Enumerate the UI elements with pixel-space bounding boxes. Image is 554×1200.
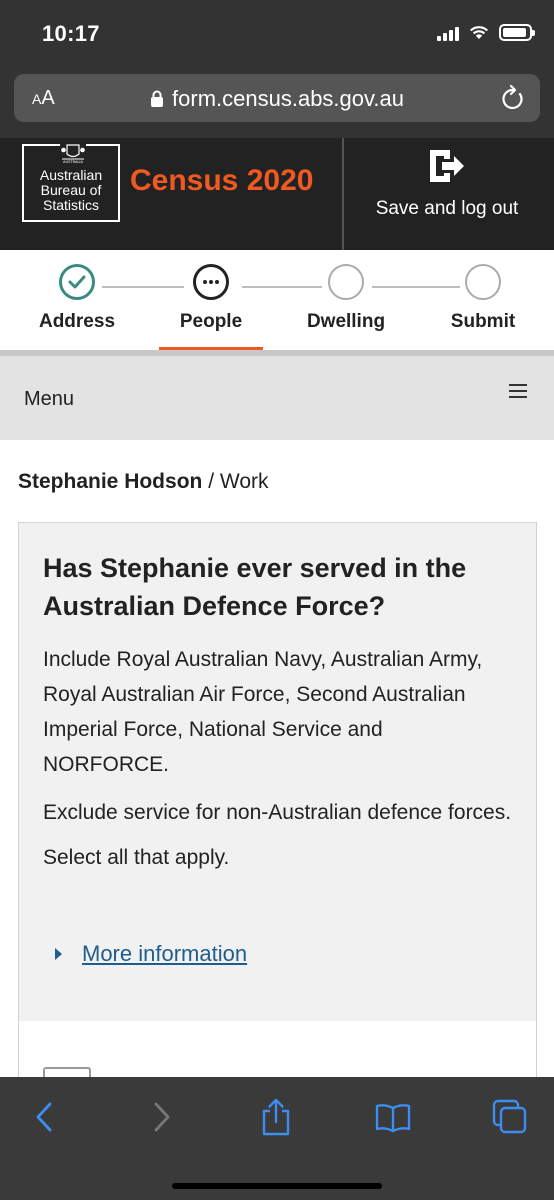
wifi-icon (470, 26, 488, 39)
coat-of-arms-icon: AUSTRALIA (60, 142, 86, 164)
include-text: Include Royal Australian Navy, Australia… (43, 648, 483, 776)
in-progress-icon (193, 264, 229, 300)
instruction-text: Select all that apply. (43, 846, 230, 869)
menu-label: Menu (24, 388, 75, 410)
answer-area (19, 1021, 536, 1087)
step-submit[interactable]: Submit (423, 264, 543, 333)
save-logout-label: Save and log out (375, 198, 519, 219)
tabs-icon[interactable] (492, 1099, 528, 1135)
share-icon[interactable] (260, 1097, 292, 1137)
hamburger-menu-icon[interactable] (509, 384, 527, 399)
url-bar[interactable]: AA form.census.abs.gov.au (14, 74, 540, 122)
url-text: form.census.abs.gov.au (172, 86, 404, 111)
crest-text: AUSTRALIA (63, 160, 83, 164)
breadcrumb-separator: / (202, 470, 220, 493)
site-header: AUSTRALIA Australian Bureau of Statistic… (0, 138, 554, 250)
question-title: Has Stephanie ever served in the Austral… (43, 553, 467, 621)
step-people[interactable]: People (151, 264, 271, 333)
question-content: Has Stephanie ever served in the Austral… (43, 549, 513, 875)
save-and-logout-button[interactable]: Save and log out (344, 138, 550, 250)
status-time: 10:17 (42, 21, 100, 46)
back-icon[interactable] (34, 1101, 56, 1133)
reload-icon[interactable] (500, 84, 526, 112)
abs-logo-text: Australian Bureau of Statistics (24, 168, 118, 213)
question-card: Has Stephanie ever served in the Austral… (18, 522, 537, 1087)
breadcrumb-section: Work (219, 470, 269, 493)
battery-icon (499, 24, 535, 41)
breadcrumb: Stephanie Hodson / Work (18, 470, 269, 494)
step-label: Submit (450, 311, 516, 332)
url-display[interactable]: form.census.abs.gov.au (14, 86, 540, 112)
more-information-toggle[interactable]: More information (55, 941, 247, 967)
more-information-link[interactable]: More information (82, 941, 247, 967)
empty-circle-icon (465, 264, 501, 300)
step-dwelling[interactable]: Dwelling (286, 264, 406, 333)
browser-chrome: 10:17 AA form.census.abs.gov.au (0, 0, 554, 138)
step-label: Address (38, 311, 116, 332)
status-bar: 10:17 (0, 0, 554, 66)
census-title: Census 2020 (130, 164, 314, 197)
step-label: Dwelling (306, 311, 386, 332)
menu-bar[interactable]: Menu (0, 356, 554, 440)
step-address[interactable]: Address (17, 264, 137, 333)
forward-icon[interactable] (150, 1101, 172, 1133)
step-label: People (179, 311, 243, 332)
logout-icon (430, 150, 464, 182)
status-icons (437, 24, 535, 41)
browser-toolbar (0, 1077, 554, 1200)
checkmark-icon (59, 264, 95, 300)
breadcrumb-person: Stephanie Hodson (18, 470, 203, 493)
disclosure-triangle-icon (55, 948, 62, 960)
logo-line-3: Statistics (42, 197, 99, 213)
logo-line-2: Bureau of (40, 182, 102, 198)
exclude-text: Exclude service for non-Australian defen… (43, 801, 512, 824)
logo-line-1: Australian (39, 167, 103, 183)
progress-steps: Address People Dwelling Submit (0, 250, 554, 353)
cellular-signal-icon (437, 25, 459, 41)
empty-circle-icon (328, 264, 364, 300)
lock-icon (151, 90, 164, 107)
bookmarks-icon[interactable] (375, 1103, 411, 1133)
abs-logo[interactable]: AUSTRALIA Australian Bureau of Statistic… (22, 142, 120, 222)
home-indicator (172, 1183, 382, 1189)
